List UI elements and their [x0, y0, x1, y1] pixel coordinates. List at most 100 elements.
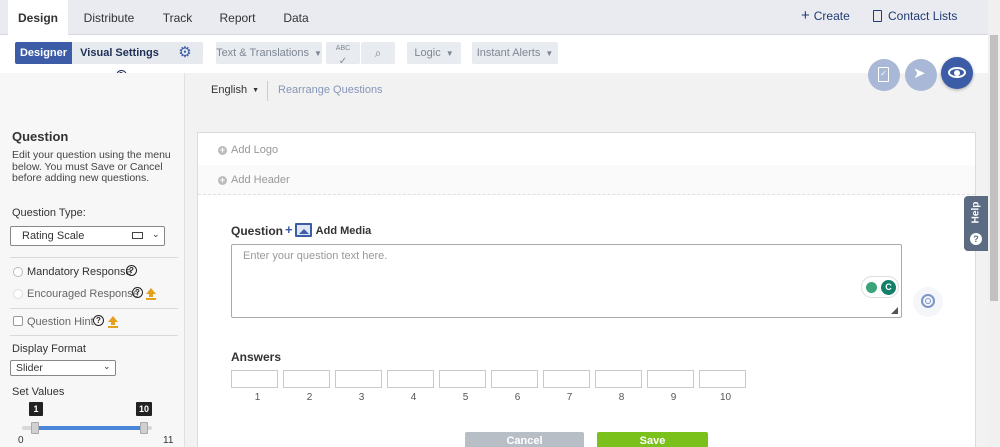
answer-input-10[interactable] — [699, 370, 746, 388]
resize-handle-icon[interactable] — [891, 307, 898, 314]
answers-label: Answers — [231, 350, 282, 364]
spellcheck-icon: ABC ✓ — [335, 45, 351, 67]
question-hint-label: Question Hint — [27, 316, 94, 328]
visual-settings-button[interactable]: Visual Settings ? — [72, 42, 167, 81]
clipboard-check-icon: ✓ — [878, 67, 889, 82]
lightbulb-icon — [866, 282, 877, 293]
answer-input-6[interactable] — [491, 370, 538, 388]
question-settings-panel: Question Edit your question using the me… — [0, 73, 185, 447]
slider-scale-min: 0 — [18, 435, 24, 446]
tab-data[interactable]: Data — [277, 0, 315, 35]
question-label: Question — [231, 224, 284, 238]
answer-number: 9 — [670, 392, 677, 403]
help-circle-icon[interactable]: ? — [93, 315, 104, 326]
slider-handle-min[interactable] — [31, 422, 39, 434]
slider-handle-max[interactable] — [140, 422, 148, 434]
logic-dropdown[interactable]: Logic ▼ — [407, 42, 461, 64]
divider — [10, 257, 178, 258]
encouraged-response-label: Encouraged Response — [27, 288, 139, 300]
designer-button[interactable]: Designer — [15, 42, 72, 64]
chevron-down-icon: ▼ — [252, 87, 260, 94]
mandatory-response-label: Mandatory Response — [27, 266, 132, 278]
mandatory-response-radio[interactable] — [13, 267, 23, 277]
chevron-down-icon: ▼ — [445, 49, 454, 58]
plus-circle-icon: + — [218, 144, 227, 155]
answer-input-8[interactable] — [595, 370, 642, 388]
add-logo-row[interactable]: + Add Logo — [198, 135, 975, 165]
chevron-down-icon: ▼ — [314, 49, 322, 58]
chevron-down-icon: ▼ — [545, 49, 554, 58]
question-type-select[interactable]: Rating Scale ⌄ — [10, 226, 165, 246]
grammarly-icon: C — [881, 280, 896, 295]
cancel-button[interactable]: Cancel — [465, 432, 584, 447]
search-replace-button[interactable]: ⌕ — [361, 42, 395, 64]
answer-input-9[interactable] — [647, 370, 694, 388]
answer-input-3[interactable] — [335, 370, 382, 388]
divider — [10, 308, 178, 309]
preview-button[interactable] — [941, 57, 973, 89]
scrollbar-thumb[interactable] — [990, 35, 998, 301]
answer-number: 3 — [358, 392, 365, 403]
save-button[interactable]: Save — [597, 432, 708, 447]
tab-report[interactable]: Report — [215, 0, 260, 35]
add-media-button[interactable]: + Add Media — [285, 223, 371, 237]
add-media-icon: + — [285, 223, 313, 237]
tab-design[interactable]: Design — [8, 0, 68, 36]
text-translations-dropdown[interactable]: Text & Translations ▼ — [216, 42, 322, 64]
rearrange-questions-link[interactable]: Rearrange Questions — [278, 84, 383, 96]
help-tab[interactable]: ? Help — [964, 196, 988, 251]
encouraged-response-radio[interactable] — [13, 289, 23, 299]
display-format-select[interactable]: Slider ⌄ — [10, 360, 116, 376]
help-circle-icon: ? — [970, 233, 982, 245]
search-icon: ⌕ — [374, 46, 382, 60]
plus-circle-icon: + — [218, 174, 227, 185]
plus-icon: + — [801, 7, 810, 24]
create-button[interactable]: + Create — [801, 0, 861, 33]
answer-number: 10 — [719, 392, 732, 403]
slider-min-tooltip: 1 — [29, 402, 43, 416]
contact-lists-button[interactable]: Contact Lists ? — [873, 0, 973, 56]
question-type-label: Question Type: — [12, 207, 86, 219]
spellcheck-button[interactable]: ABC ✓ — [326, 42, 360, 67]
answer-number: 8 — [618, 392, 625, 403]
answer-input-4[interactable] — [387, 370, 434, 388]
set-values-label: Set Values — [12, 386, 65, 398]
answer-input-7[interactable] — [543, 370, 590, 388]
answer-input-5[interactable] — [439, 370, 486, 388]
gear-icon: ⚙ — [178, 44, 192, 61]
answer-number: 6 — [514, 392, 521, 403]
answer-number: 2 — [306, 392, 313, 403]
chevron-down-icon: ⌄ — [103, 361, 111, 371]
answer-number: 5 — [462, 392, 469, 403]
display-format-label: Display Format — [12, 343, 86, 355]
answer-number: 1 — [254, 392, 261, 403]
send-survey-button[interactable]: ➤ — [905, 59, 937, 91]
design-toolbar: Designer Visual Settings ? ⚙ Text & Tran… — [0, 35, 988, 81]
panel-description: Edit your question using the menu below.… — [12, 149, 171, 184]
grammar-assistant-widget[interactable]: C — [861, 276, 899, 298]
help-circle-icon[interactable]: ? — [126, 265, 137, 276]
answer-input-2[interactable] — [283, 370, 330, 388]
settings-button[interactable]: ⚙ — [167, 42, 203, 64]
answer-number: 7 — [566, 392, 573, 403]
panel-title: Question — [12, 129, 69, 144]
tab-distribute[interactable]: Distribute — [80, 0, 138, 35]
instant-alerts-dropdown[interactable]: Instant Alerts ▼ — [472, 42, 558, 64]
answer-input-1[interactable] — [231, 370, 278, 388]
language-dropdown[interactable]: English ▼ — [211, 84, 259, 96]
top-navigation: Design Distribute Track Report Data + Cre… — [0, 0, 988, 56]
help-circle-icon[interactable]: ? — [132, 287, 143, 298]
rating-scale-icon — [132, 232, 143, 239]
answer-number: 4 — [410, 392, 417, 403]
add-header-row[interactable]: + Add Header — [198, 165, 975, 195]
paper-plane-icon: ➤ — [913, 65, 926, 82]
slider-max-tooltip: 10 — [136, 402, 152, 416]
slider-scale-max: 11 — [163, 435, 174, 446]
slider-range-fill — [35, 426, 145, 430]
tab-track[interactable]: Track — [155, 0, 200, 35]
clipboard-check-button[interactable]: ✓ — [868, 59, 900, 91]
question-hint-checkbox[interactable] — [13, 316, 23, 326]
question-text-input[interactable]: Enter your question text here. C — [231, 244, 902, 318]
ai-assist-icon[interactable] — [913, 287, 943, 317]
chevron-down-icon: ⌄ — [152, 229, 160, 239]
